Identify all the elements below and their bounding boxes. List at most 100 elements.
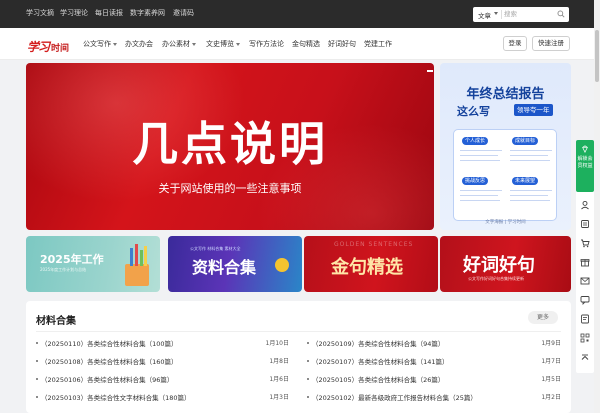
tile-subtitle: 2025年度工作计划与总结: [40, 267, 87, 272]
materials-section: 材料合集 更多 （20250110）各类综合性材料合集（100篇） 1月10日 …: [26, 301, 571, 413]
outline-line: [510, 190, 552, 191]
bullet-icon: [307, 342, 309, 344]
carousel-indicator[interactable]: [427, 70, 433, 72]
register-button[interactable]: 快速注册: [532, 36, 570, 51]
cart-icon[interactable]: [580, 238, 590, 248]
side-banner-subtitle: 这么写: [457, 105, 490, 118]
diamond-icon: [582, 145, 588, 153]
tile-title: 好词好句: [463, 255, 535, 276]
outline-pill: 个人成长: [462, 137, 489, 145]
pencil-cup-icon: [125, 244, 149, 286]
section-divider: [36, 331, 561, 332]
hero-title: 几点说明: [132, 117, 328, 171]
outline-line: [510, 195, 548, 196]
top-link-theory[interactable]: 学习理论: [60, 8, 88, 18]
outline-line: [460, 160, 500, 161]
favorites-icon[interactable]: [580, 219, 590, 229]
nav-party-building[interactable]: 党建工作: [364, 39, 392, 49]
section-heading: 材料合集: [36, 316, 76, 327]
bullet-icon: [36, 378, 38, 380]
top-link-daily-paper[interactable]: 每日读报: [95, 8, 123, 18]
nav-official-writing[interactable]: 公文写作: [83, 39, 117, 49]
side-banner-footer: 文字海报 | 学习时间: [485, 220, 526, 225]
login-button[interactable]: 登录: [503, 36, 527, 51]
outline-line: [460, 190, 502, 191]
back-to-top-icon[interactable]: [580, 353, 590, 363]
tile-golden-quotes[interactable]: GOLDEN SENTENCES 金句精选: [304, 236, 438, 292]
chevron-down-icon: [113, 42, 117, 46]
tile-title: 金句精选: [331, 257, 403, 278]
decoration-circle-icon: [275, 258, 289, 272]
hero-banner[interactable]: 几点说明 关于网站使用的一些注意事项: [26, 63, 434, 230]
list-item[interactable]: （20250110）各类综合性材料合集（100篇） 1月10日: [36, 338, 289, 348]
outline-pill: 挑战反思: [462, 177, 489, 185]
nav-golden-quotes[interactable]: 金句精选: [292, 39, 320, 49]
report-outline-panel: 个人成长 成就目标 挑战反思 未来展望: [453, 129, 557, 221]
page-scrollbar[interactable]: [594, 0, 600, 413]
bullet-icon: [36, 360, 38, 362]
more-button[interactable]: 更多: [528, 311, 558, 324]
tile-subtitle: GOLDEN SENTENCES: [334, 241, 414, 248]
side-banner-tag: 领导夸一年: [514, 104, 553, 116]
outline-line: [510, 150, 552, 151]
tile-subtitle: 公文写作 材料合集 素材大全: [190, 246, 241, 251]
user-icon[interactable]: [580, 200, 590, 210]
bullet-icon: [307, 396, 309, 398]
chat-icon[interactable]: [580, 295, 590, 305]
qrcode-icon[interactable]: [580, 333, 590, 343]
search-icon[interactable]: [557, 10, 565, 18]
top-link-invite-code[interactable]: 邀请码: [173, 8, 194, 18]
member-unlock-button[interactable]: 解锁会员权益: [576, 140, 594, 192]
scrollbar-thumb[interactable]: [595, 30, 599, 82]
list-item[interactable]: （20250109）各类综合性材料合集（94篇） 1月9日: [307, 338, 561, 348]
chevron-down-icon: [192, 42, 196, 46]
list-item[interactable]: （20250102）最新各级政府工作报告材料合集（25篇） 1月2日: [307, 392, 561, 402]
top-link-digital-literacy[interactable]: 数字素养网: [130, 8, 165, 18]
list-item[interactable]: （20250103）各类综合性文字材料合集（180篇） 1月3日: [36, 392, 289, 402]
side-banner-annual-report[interactable]: 年终总结报告 这么写 领导夸一年 个人成长 成就目标 挑战反思 未来展望 文字海…: [440, 63, 571, 230]
list-item[interactable]: （20250107）各类综合性材料合集（141篇） 1月7日: [307, 356, 561, 366]
gift-icon[interactable]: [580, 257, 590, 267]
main-nav-bar: 学习 时间 公文写作 办文办会 办公素材 文史博览 写作方法论 金句精选 好词好句…: [0, 28, 600, 60]
tile-title: 资料合集: [192, 258, 257, 277]
outline-line: [510, 155, 548, 156]
outline-line: [510, 200, 550, 201]
bullet-icon: [36, 396, 38, 398]
outline-line: [460, 155, 498, 156]
nav-office-materials[interactable]: 办公素材: [162, 39, 196, 49]
mail-icon[interactable]: [580, 276, 590, 286]
nav-history-culture[interactable]: 文史博览: [206, 39, 240, 49]
outline-line: [510, 160, 550, 161]
feedback-icon[interactable]: [580, 314, 590, 324]
search-category-select[interactable]: 文章: [478, 10, 491, 20]
search-input[interactable]: [504, 8, 554, 20]
list-item[interactable]: （20250106）各类综合性材料合集（96篇） 1月6日: [36, 374, 289, 384]
logo-text: 时间: [51, 44, 70, 54]
search-box: 文章: [473, 7, 569, 22]
site-logo[interactable]: 学习 时间: [27, 36, 70, 54]
member-unlock-label: 解锁会员权益: [577, 156, 593, 169]
tile-title: 2025年工作: [40, 253, 104, 266]
bullet-icon: [36, 342, 38, 344]
tile-subtitle: 公文写作好词好句合集持续更新: [468, 276, 524, 281]
outline-line: [460, 195, 498, 196]
floating-toolbar: 解锁会员权益: [576, 140, 594, 373]
outline-pill: 成就目标: [512, 137, 539, 145]
outline-line: [460, 200, 500, 201]
bullet-icon: [307, 378, 309, 380]
tile-2025-work[interactable]: 2025年工作 2025年度工作计划与总结: [26, 236, 160, 292]
top-link-digest[interactable]: 学习文摘: [26, 8, 54, 18]
search-divider: [501, 10, 502, 19]
tile-materials-collection[interactable]: 公文写作 材料合集 素材大全 资料合集: [168, 236, 302, 292]
bullet-icon: [307, 360, 309, 362]
chevron-down-icon: [494, 12, 498, 15]
outline-pill: 未来展望: [512, 177, 539, 185]
outline-line: [460, 150, 502, 151]
nav-writing-method[interactable]: 写作方法论: [249, 39, 284, 49]
list-item[interactable]: （20250105）各类综合性材料合集（26篇） 1月5日: [307, 374, 561, 384]
top-bar: 学习文摘 学习理论 每日读报 数字素养网 邀请码 文章: [0, 0, 600, 28]
nav-office-meeting[interactable]: 办文办会: [125, 39, 153, 49]
tile-good-phrases[interactable]: 好词好句 公文写作好词好句合集持续更新: [440, 236, 571, 292]
list-item[interactable]: （20250108）各类综合性材料合集（160篇） 1月8日: [36, 356, 289, 366]
nav-good-phrases[interactable]: 好词好句: [328, 39, 356, 49]
